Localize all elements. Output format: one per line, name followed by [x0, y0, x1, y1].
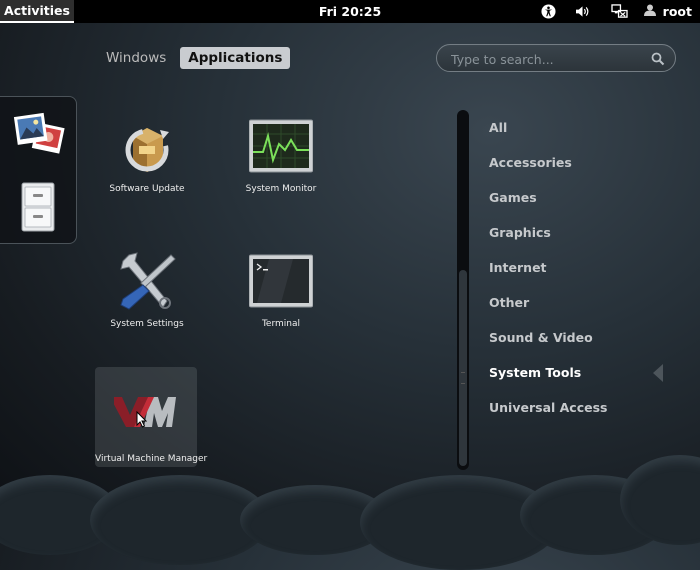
app-label: Software Update [109, 184, 185, 194]
app-grid-scrollbar[interactable] [457, 110, 469, 470]
dash [0, 96, 77, 244]
photo-viewer-icon[interactable] [10, 107, 66, 163]
volume-icon[interactable] [572, 0, 592, 23]
user-menu[interactable]: root [643, 0, 692, 23]
search-icon[interactable] [651, 51, 665, 70]
tab-applications[interactable]: Applications [180, 47, 291, 69]
app-label: Terminal [261, 319, 301, 329]
app-software-update[interactable]: Software Update [96, 108, 198, 200]
category-other[interactable]: Other [489, 293, 608, 328]
category-all[interactable]: All [489, 118, 608, 153]
app-system-settings[interactable]: System Settings [96, 243, 198, 335]
search-input[interactable] [449, 48, 648, 70]
tab-windows[interactable]: Windows [98, 47, 174, 69]
system-settings-icon [115, 249, 179, 313]
system-monitor-icon [248, 114, 314, 178]
top-bar: Activities Fri 20:25 root [0, 0, 700, 23]
software-update-icon [115, 114, 179, 178]
workspace-expander-icon[interactable] [652, 363, 664, 387]
view-selector: Windows Applications [98, 47, 291, 69]
search-box[interactable] [436, 44, 676, 72]
app-label: System Monitor [245, 184, 317, 194]
app-label: Virtual Machine Manager [95, 454, 208, 464]
user-icon [643, 0, 657, 23]
category-games[interactable]: Games [489, 188, 608, 223]
category-sound-video[interactable]: Sound & Video [489, 328, 608, 363]
activities-button[interactable]: Activities [0, 0, 74, 23]
accessibility-icon[interactable] [538, 0, 558, 23]
network-icon[interactable] [608, 0, 630, 23]
user-name: root [662, 4, 692, 19]
terminal-icon [248, 249, 314, 313]
scrollbar-thumb[interactable] [459, 270, 467, 466]
activities-label: Activities [4, 3, 70, 18]
file-cabinet-icon[interactable] [10, 179, 66, 235]
clock[interactable]: Fri 20:25 [310, 0, 390, 23]
app-terminal[interactable]: Terminal [230, 243, 332, 335]
app-system-monitor[interactable]: System Monitor [230, 108, 332, 200]
category-accessories[interactable]: Accessories [489, 153, 608, 188]
category-list: All Accessories Games Graphics Internet … [489, 118, 608, 433]
category-graphics[interactable]: Graphics [489, 223, 608, 258]
category-system-tools[interactable]: System Tools [489, 363, 608, 398]
scrollbar-grip [461, 372, 465, 384]
category-universal-access[interactable]: Universal Access [489, 398, 608, 433]
app-label: System Settings [110, 319, 184, 329]
category-internet[interactable]: Internet [489, 258, 608, 293]
mouse-pointer-icon [136, 410, 148, 432]
